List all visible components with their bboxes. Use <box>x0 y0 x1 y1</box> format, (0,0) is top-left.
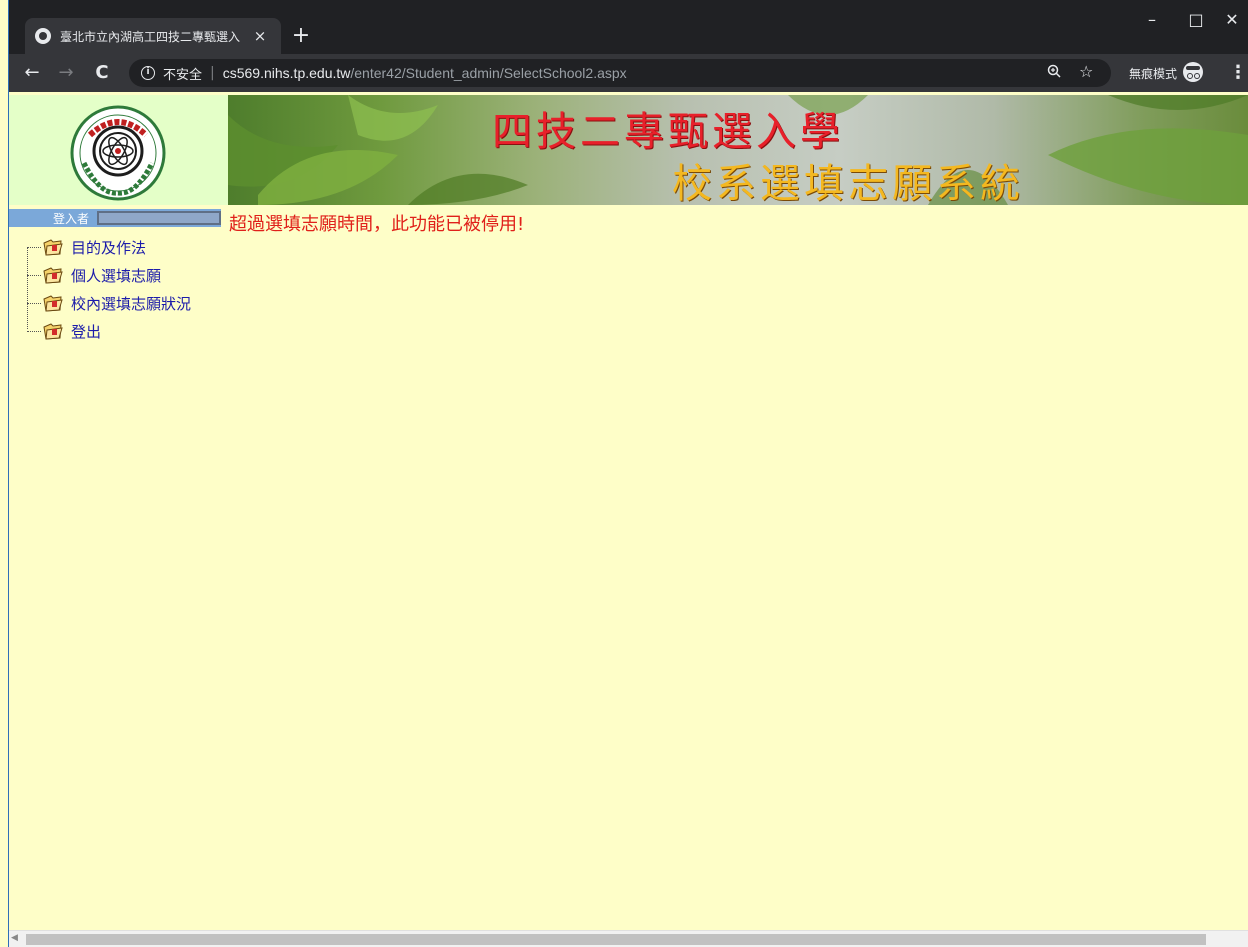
open-folder-icon <box>43 266 63 284</box>
header-banner: 四技二專甄選入學 校系選填志願系統 <box>228 95 1248 205</box>
star-icon[interactable]: ☆ <box>1079 62 1093 81</box>
open-folder-icon <box>43 294 63 312</box>
reload-button[interactable]: C <box>89 61 115 85</box>
window-edge <box>0 0 9 947</box>
close-tab-icon[interactable]: × <box>252 27 268 45</box>
forward-button[interactable]: → <box>53 61 79 85</box>
login-label: 登入者 <box>53 211 90 226</box>
school-logo-cell <box>9 95 228 205</box>
menu-item-logout[interactable]: 登出 <box>27 320 101 342</box>
menu-icon[interactable]: ⋮ <box>1229 62 1247 83</box>
browser-tab[interactable]: 臺北市立內湖高工四技二專甄選入 × <box>25 18 281 54</box>
tree-connector <box>27 247 28 329</box>
url-separator: | <box>210 65 215 81</box>
info-icon[interactable]: i <box>141 66 155 80</box>
banner-title-line2: 校系選填志願系統 <box>672 161 1024 205</box>
url-host[interactable]: cs569.nihs.tp.edu.tw <box>223 65 351 81</box>
menu-item-label[interactable]: 登出 <box>71 321 101 342</box>
url-path[interactable]: /enter42/Student_admin/SelectSchool2.asp… <box>350 65 626 81</box>
menu-item-label[interactable]: 校內選填志願狀況 <box>71 293 191 314</box>
tab-title: 臺北市立內湖高工四技二專甄選入 <box>60 29 241 44</box>
horizontal-scrollbar[interactable]: ◀ <box>9 930 1248 947</box>
browser-toolbar: ← → C i 不安全 | cs569.nihs.tp.edu.tw /ente… <box>9 54 1248 92</box>
menu-item-purpose[interactable]: 目的及作法 <box>27 236 146 258</box>
login-user-field <box>97 211 221 225</box>
close-window-button[interactable]: ✕ <box>1217 10 1247 29</box>
security-label[interactable]: 不安全 <box>163 64 202 83</box>
address-bar[interactable]: i 不安全 | cs569.nihs.tp.edu.tw /enter42/St… <box>129 59 1111 87</box>
menu-item-personal-choice[interactable]: 個人選填志願 <box>27 264 161 286</box>
globe-icon <box>35 28 51 44</box>
incognito-label[interactable]: 無痕模式 <box>1129 65 1177 82</box>
open-folder-icon <box>43 322 63 340</box>
menu-item-school-status[interactable]: 校內選填志願狀況 <box>27 292 191 314</box>
menu-item-label[interactable]: 目的及作法 <box>71 237 146 258</box>
menu-item-label[interactable]: 個人選填志願 <box>71 265 161 286</box>
maximize-button[interactable]: □ <box>1181 10 1211 29</box>
tree-branch <box>27 302 41 304</box>
new-tab-button[interactable]: + <box>289 24 313 48</box>
disabled-notice: 超過選填志願時間，此功能已被停用! <box>229 214 525 235</box>
tree-branch <box>27 246 41 248</box>
tree-branch <box>27 274 41 276</box>
login-bar: 登入者 <box>9 209 221 227</box>
scrollbar-thumb[interactable] <box>26 934 1206 945</box>
tree-branch <box>27 330 41 332</box>
browser-titlebar: 臺北市立內湖高工四技二專甄選入 × + – □ ✕ <box>9 0 1248 54</box>
banner-title-line1: 四技二專甄選入學 <box>492 109 844 155</box>
school-emblem-icon <box>70 105 166 201</box>
scroll-left-icon[interactable]: ◀ <box>11 933 18 943</box>
open-folder-icon <box>43 238 63 256</box>
minimize-button[interactable]: – <box>1137 10 1167 29</box>
zoom-icon[interactable] <box>1047 64 1061 82</box>
incognito-icon[interactable] <box>1183 62 1203 82</box>
back-button[interactable]: ← <box>19 61 45 85</box>
